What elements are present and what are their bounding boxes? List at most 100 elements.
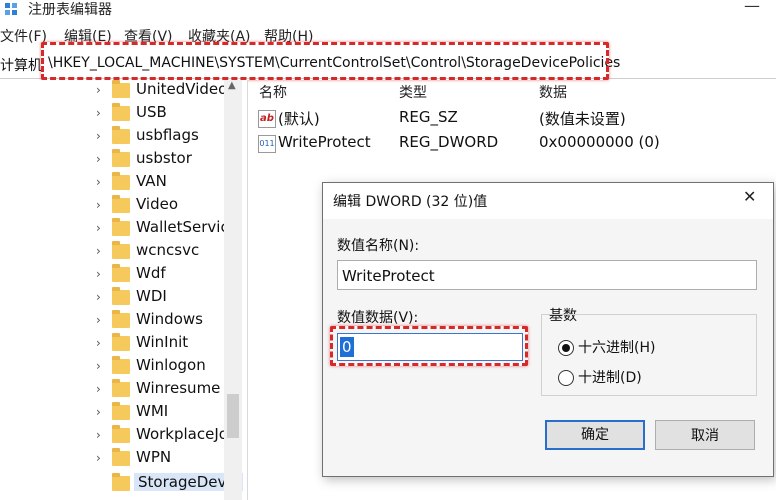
chevron-right-icon[interactable]: ›	[96, 267, 101, 281]
chevron-right-icon[interactable]: ›	[96, 451, 101, 465]
folder-icon	[112, 149, 130, 167]
window-title: 注册表编辑器	[28, 2, 112, 18]
chevron-right-icon[interactable]: ›	[96, 152, 101, 166]
folder-icon	[112, 425, 130, 443]
chevron-right-icon[interactable]: ›	[96, 175, 101, 189]
tree-item-label: WorkplaceJo	[136, 425, 228, 443]
chevron-right-icon[interactable]: ›	[96, 106, 101, 120]
chevron-right-icon[interactable]: ›	[96, 313, 101, 327]
chevron-right-icon[interactable]: ›	[96, 198, 101, 212]
folder-icon	[112, 241, 130, 259]
radio-decimal[interactable]	[558, 370, 574, 386]
tree-item-label: USB	[136, 103, 167, 121]
tree-item-label: usbstor	[136, 149, 192, 167]
tree-item-label: Windows	[136, 310, 203, 328]
value-type: REG_SZ	[399, 108, 458, 126]
tree-item-label: Wdf	[136, 264, 166, 282]
dialog-title: 编辑 DWORD (32 位)值	[333, 194, 488, 210]
menu-file[interactable]: 文件(F)	[0, 26, 47, 46]
folder-icon	[112, 448, 130, 466]
value-name-label: 数值名称(N):	[337, 238, 420, 254]
folder-icon	[112, 80, 130, 98]
chevron-right-icon[interactable]: ›	[96, 405, 101, 419]
tree-item[interactable]: › WorkplaceJo	[0, 425, 230, 448]
tree-item[interactable]: › WDI	[0, 287, 230, 310]
base-group: 十六进制(H) 十进制(D)	[541, 314, 757, 396]
tree-item[interactable]: › Video	[0, 195, 230, 218]
chevron-right-icon[interactable]: ›	[96, 336, 101, 350]
folder-icon	[112, 264, 130, 282]
value-name-field[interactable]: WriteProtect	[337, 260, 757, 290]
tree-item[interactable]: › usbflags	[0, 126, 230, 149]
value-row[interactable]: 011 WriteProtect REG_DWORD 0x00000000 (0…	[248, 133, 776, 157]
value-data: 0x00000000 (0)	[539, 133, 660, 151]
regedit-app-icon	[5, 3, 17, 15]
tree-item-label: UnitedVideo	[136, 80, 228, 98]
tree-item-label: WinInit	[136, 333, 189, 351]
radio-hex-label[interactable]: 十六进制(H)	[578, 337, 655, 357]
chevron-right-icon[interactable]: ›	[96, 129, 101, 143]
tree-item[interactable]: › WinInit	[0, 333, 230, 356]
value-name: WriteProtect	[278, 133, 371, 151]
radio-hex[interactable]	[558, 340, 574, 356]
folder-icon	[112, 218, 130, 236]
string-value-icon: ab	[258, 110, 276, 128]
folder-icon	[112, 195, 130, 213]
tree-scrollbar[interactable]: ▲	[224, 80, 242, 500]
chevron-right-icon[interactable]: ›	[96, 428, 101, 442]
scroll-up-arrow-icon[interactable]: ▲	[228, 80, 236, 91]
folder-icon	[112, 103, 130, 121]
tree-item[interactable]: › Winlogon	[0, 356, 230, 379]
tree-item-label: WDI	[136, 287, 167, 305]
tree-item[interactable]: › usbstor	[0, 149, 230, 172]
cancel-button[interactable]: 取消	[655, 420, 755, 450]
tree-item[interactable]: › wcncsvc	[0, 241, 230, 264]
tree-item-label: Winlogon	[136, 356, 206, 374]
column-header-type[interactable]: 类型	[399, 82, 427, 102]
tree-item-label: wcncsvc	[136, 241, 200, 259]
tree-item-label: Winresume	[136, 379, 221, 397]
tree-item[interactable]: › Wdf	[0, 264, 230, 287]
folder-icon	[112, 310, 130, 328]
folder-icon	[112, 287, 130, 305]
tree-item[interactable]: › WalletService	[0, 218, 238, 241]
folder-icon	[112, 172, 130, 190]
tree-item[interactable]: › USB	[0, 103, 230, 126]
tree-item-label: Video	[136, 195, 179, 213]
close-icon[interactable]: ✕	[743, 187, 756, 206]
tree-item[interactable]: › WPN	[0, 448, 230, 471]
chevron-right-icon[interactable]: ›	[96, 290, 101, 304]
tree-item-label: WPN	[136, 448, 172, 466]
chevron-right-icon[interactable]: ›	[96, 244, 101, 258]
tree-item[interactable]: › Winresume	[0, 379, 230, 402]
folder-icon	[112, 356, 130, 374]
value-data: (数值未设置)	[539, 110, 626, 128]
tree-item[interactable]: › UnitedVideo	[0, 80, 230, 103]
minimize-button[interactable]: —	[744, 0, 760, 15]
chevron-right-icon[interactable]: ›	[96, 359, 101, 373]
value-type: REG_DWORD	[399, 133, 499, 151]
ok-button[interactable]: 确定	[545, 420, 645, 450]
tree-item[interactable]: › WMI	[0, 402, 230, 425]
radio-decimal-label[interactable]: 十进制(D)	[578, 367, 642, 387]
tree-item[interactable]: › Windows	[0, 310, 230, 333]
chevron-right-icon[interactable]: ›	[96, 382, 101, 396]
value-name: (默认)	[278, 110, 320, 128]
column-header-name[interactable]: 名称	[259, 82, 287, 102]
chevron-right-icon[interactable]: ›	[96, 83, 101, 97]
dword-value-icon: 011	[258, 135, 276, 153]
tree-item-label: WMI	[136, 402, 169, 420]
folder-icon	[112, 126, 130, 144]
tree-item-selected[interactable]: StorageDevic	[0, 473, 243, 496]
tree-item[interactable]: › VAN	[0, 172, 230, 195]
scrollbar-thumb[interactable]	[227, 394, 239, 438]
tree-item-label: VAN	[136, 172, 167, 190]
chevron-right-icon[interactable]: ›	[96, 221, 101, 235]
value-row[interactable]: ab (默认) REG_SZ (数值未设置)	[248, 108, 776, 132]
folder-icon	[112, 473, 130, 491]
key-tree: › UnitedVideo › USB › usbflags › usbstor › VA…	[0, 80, 248, 500]
title-bar: 注册表编辑器 —	[0, 0, 776, 22]
tree-item-label: WalletService	[136, 218, 238, 236]
column-header-data[interactable]: 数据	[539, 82, 567, 102]
folder-icon	[112, 379, 130, 397]
